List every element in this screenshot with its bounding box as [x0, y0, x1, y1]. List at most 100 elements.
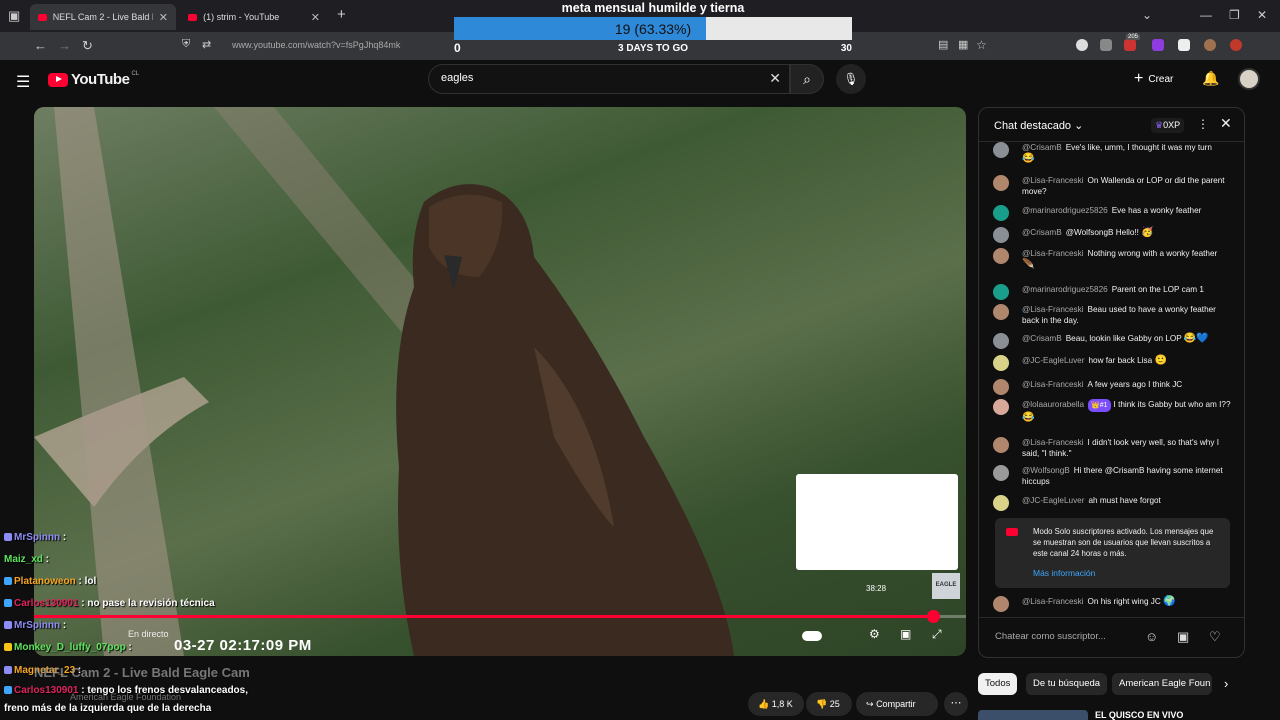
hamburger-menu-icon[interactable]: ☰ [16, 72, 30, 92]
chat-text: Nothing wrong with a wonky feather [1087, 249, 1218, 258]
like-button[interactable]: 👍 1,8 K [748, 692, 804, 716]
autoplay-toggle[interactable] [802, 631, 822, 641]
profile-ext-icon[interactable] [1204, 39, 1216, 51]
bookmark-star-icon[interactable]: ☆ [976, 38, 987, 52]
chat-author[interactable]: @Lisa-Franceski [1022, 305, 1084, 314]
badge-icon [4, 533, 12, 541]
share-button[interactable]: ↪ Compartir [856, 692, 938, 716]
chat-author[interactable]: @lolaaurorabella [1022, 400, 1084, 409]
video-player[interactable]: EAGLE 38:28 En directo 03-27 02:17:09 PM… [34, 107, 966, 656]
chat-author[interactable]: @CrisamB [1022, 228, 1062, 237]
new-tab-button[interactable]: + [337, 6, 346, 23]
reload-icon[interactable]: ↻ [82, 38, 93, 54]
chat-text: ah must have forgot [1088, 496, 1161, 505]
badge-icon [4, 599, 12, 607]
reader-icon[interactable]: ▦ [958, 38, 968, 51]
overlay-chat-message: Maiz_xd : [4, 554, 49, 565]
overlay-chat-message: Carlos130901 : no pase la revisión técni… [4, 598, 215, 609]
twitch-ext-icon[interactable] [1152, 39, 1164, 51]
chat-author[interactable]: @Lisa-Franceski [1022, 176, 1084, 185]
recommended-title[interactable]: EL QUISCO EN VIVO [1095, 710, 1183, 720]
url-field[interactable]: www.youtube.com/watch?v=fsPgJhq84mk [232, 40, 400, 50]
notifications-bell-icon[interactable]: 🔔 [1202, 70, 1219, 87]
chat-author[interactable]: @Lisa-Franceski [1022, 597, 1084, 606]
video-progress-bar[interactable] [34, 610, 966, 623]
more-actions-button[interactable]: ⋯ [944, 692, 968, 716]
forward-icon[interactable]: → [58, 38, 71, 53]
chat-input[interactable]: Chatear como suscriptor... [995, 631, 1106, 642]
overlay-chat-text: : [128, 642, 132, 653]
heart-icon[interactable]: ♡ [1209, 629, 1221, 645]
channel-name[interactable]: American Eagle Foundation [70, 692, 181, 702]
microphone-icon: 🎙 [843, 72, 859, 86]
tab-list-icon[interactable]: ⌄ [1142, 8, 1152, 22]
back-icon[interactable]: ← [34, 38, 47, 53]
chip-from-search[interactable]: De tu búsqueda [1026, 673, 1108, 695]
chat-author[interactable]: @marinarodriguez5826 [1022, 285, 1108, 294]
emoji-picker-icon[interactable]: ☺ [1145, 629, 1158, 644]
account-ext-icon[interactable] [1076, 39, 1088, 51]
chat-author[interactable]: @Lisa-Franceski [1022, 249, 1084, 258]
shield-icon[interactable]: ⛨ [182, 38, 190, 51]
chat-message: @marinarodriguez5826 Eve has a wonky feat… [993, 205, 1233, 221]
chat-options-icon[interactable]: ⋮ [1197, 117, 1209, 131]
miniplayer-icon[interactable]: ▣ [900, 627, 911, 641]
chat-message: @JC-EagleLuver how far back Lisa 🙂 [993, 355, 1233, 371]
chat-author[interactable]: @CrisamB [1022, 334, 1062, 343]
browser-tab-active[interactable]: NEFL Cam 2 - Live Bald Eag ✕ [30, 4, 176, 30]
overlay-chat-user: Monkey_D_luffy_07pop [14, 642, 126, 653]
overlay-chat-user: Carlos130901 [14, 685, 79, 696]
chat-author[interactable]: @CrisamB [1022, 143, 1062, 152]
voice-search-button[interactable]: 🎙 [836, 64, 866, 94]
avatar [993, 284, 1009, 300]
overlay-chat-text: : [62, 532, 67, 543]
user-avatar[interactable] [1238, 68, 1260, 90]
search-button[interactable]: ⌕ [790, 64, 824, 94]
youtube-logo[interactable]: YouTube CL [48, 71, 139, 88]
avatar [993, 142, 1009, 158]
chat-author[interactable]: @Lisa-Franceski [1022, 380, 1084, 389]
site-settings-icon[interactable]: ⇄ [202, 38, 211, 51]
preview-thumbnail [796, 474, 958, 570]
puzzle-ext-icon[interactable] [1178, 39, 1190, 51]
close-icon[interactable]: ✕ [159, 11, 168, 24]
adblock-ext-icon[interactable] [1124, 39, 1136, 51]
chat-message: @CrisamB @WolfsongB Hello!! 🥳 [993, 227, 1233, 243]
avatar [993, 205, 1009, 221]
chat-author[interactable]: @JC-EagleLuver [1022, 356, 1084, 365]
super-chat-icon[interactable]: ▣ [1177, 629, 1189, 645]
close-icon[interactable]: ✕ [311, 11, 320, 24]
chat-message: @Lisa-Franceski On his right wing JC 🌍 [993, 596, 1233, 612]
chat-author[interactable]: @WolfsongB [1022, 466, 1070, 475]
close-chat-icon[interactable]: ✕ [1220, 115, 1232, 132]
fullscreen-icon[interactable]: ⤢ [932, 627, 942, 642]
tab-overview-icon[interactable]: ▣ [8, 8, 20, 24]
clear-search-icon[interactable]: ✕ [769, 70, 781, 87]
chat-message: @lolaaurorabella 👑#1 I think its Gabby but… [993, 399, 1233, 423]
hover-time: 38:28 [866, 584, 887, 593]
dislike-button[interactable]: 👎 25 [806, 692, 852, 716]
xp-badge[interactable]: ♛0XP [1151, 118, 1185, 133]
chip-all[interactable]: Todos [978, 673, 1018, 695]
minimize-icon[interactable]: — [1200, 8, 1212, 22]
chat-mode-dropdown[interactable]: Chat destacado ⌄ [994, 119, 1083, 132]
screenshot-icon[interactable]: ▤ [938, 38, 948, 51]
chat-author[interactable]: @marinarodriguez5826 [1022, 206, 1108, 215]
extension-icon[interactable] [1100, 39, 1112, 51]
browser-tab[interactable]: (1) strim - YouTube ✕ [180, 4, 328, 30]
chip-channel[interactable]: American Eagle Foun [1112, 673, 1212, 695]
window-close-icon[interactable]: ✕ [1257, 8, 1267, 22]
create-button[interactable]: + Crear [1134, 70, 1173, 88]
settings-ext-icon[interactable] [1230, 39, 1242, 51]
chat-message: @marinarodriguez5826 Parent on the LOP ca… [993, 284, 1233, 300]
settings-gear-icon[interactable]: ⚙ [869, 627, 880, 641]
recommended-thumbnail[interactable] [978, 710, 1088, 720]
chat-author[interactable]: @Lisa-Franceski [1022, 438, 1084, 447]
chat-author[interactable]: @JC-EagleLuver [1022, 496, 1084, 505]
more-info-link[interactable]: Más información [1033, 568, 1095, 578]
search-input[interactable]: eagles ✕ [428, 64, 790, 94]
chevron-right-icon[interactable]: › [1224, 676, 1228, 691]
overlay-chat-user: Maiz_xd [4, 554, 43, 565]
emoji: 😂 [1022, 412, 1035, 423]
maximize-icon[interactable]: ❐ [1229, 8, 1240, 22]
